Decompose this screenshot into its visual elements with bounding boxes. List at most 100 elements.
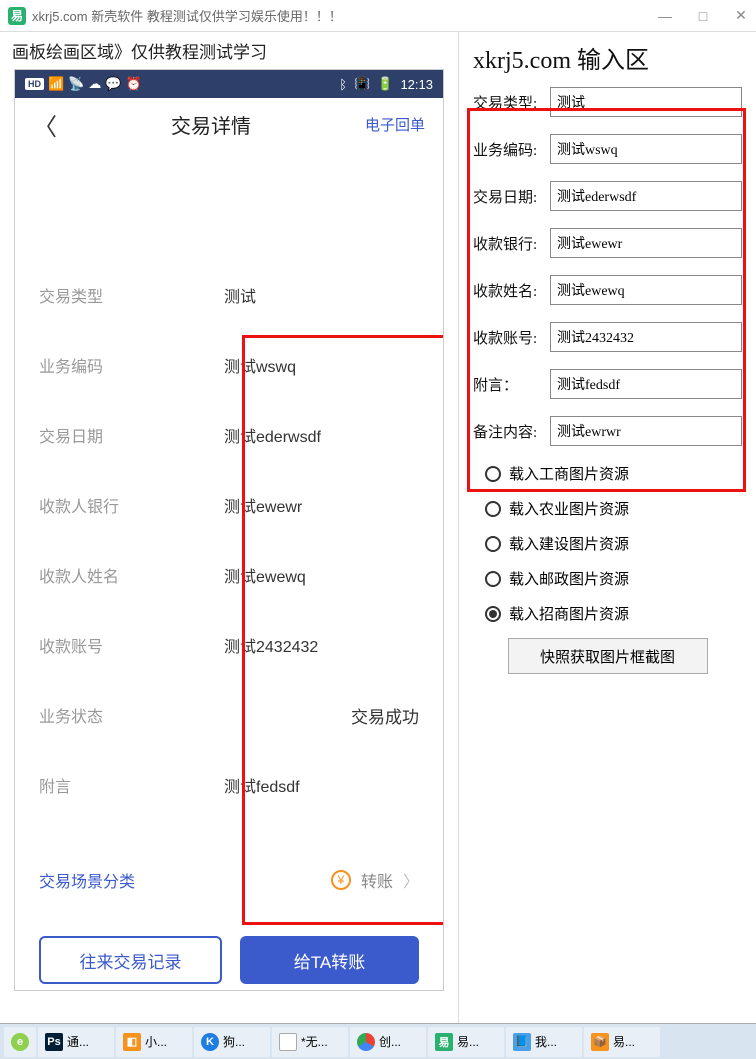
cloud-icon: ☁ [88,76,101,92]
scene-right: ¥ 转账 〉 [331,868,419,892]
value-acct: 测试2432432 [224,633,419,657]
close-button[interactable]: ✕ [734,9,748,23]
field-name: 收款姓名: [473,275,742,305]
window-buttons: — □ ✕ [658,9,748,23]
field-note: 备注内容: [473,416,742,446]
app-icon: ◧ [123,1033,141,1051]
label-field-bank: 收款银行: [473,233,550,254]
chrome-icon [357,1033,375,1051]
value-bank: 测试ewewr [224,493,419,517]
k-icon: K [201,1033,219,1051]
label-scene: 交易场景分类 [39,868,135,892]
main-content: 画板绘画区域》仅供教程测试学习 HD 📶 📡 ☁ 💬 ⏰ ᛒ 📳 🔋 12:13 [0,32,756,1023]
radio-icbc[interactable]: 载入工商图片资源 [485,463,742,484]
input-name[interactable] [550,275,742,305]
radio-ccb[interactable]: 载入建设图片资源 [485,533,742,554]
preview-header: 画板绘画区域》仅供教程测试学习 [12,38,446,63]
status-time: 12:13 [400,77,433,92]
row-scene[interactable]: 交易场景分类 ¥ 转账 〉 [15,850,443,910]
row-name: 收款人姓名 测试ewewq [15,540,443,610]
photoshop-icon: Ps [45,1033,63,1051]
hd-badge: HD [25,78,44,90]
receipt-link[interactable]: 电子回单 [365,114,425,135]
field-bank: 收款银行: [473,228,742,258]
row-memo: 附言 测试fedsdf [15,750,443,820]
label-name: 收款人姓名 [39,563,224,587]
task-label: 小... [145,1033,167,1050]
task-book[interactable]: 📘我... [506,1027,582,1057]
bluetooth-icon: ᛒ [339,77,347,92]
task-yi[interactable]: 易易... [428,1027,504,1057]
row-date: 交易日期 测试ederwsdf [15,400,443,470]
label-field-date: 交易日期: [473,186,550,207]
label-bank: 收款人银行 [39,493,224,517]
input-date[interactable] [550,181,742,211]
task-small[interactable]: ◧小... [116,1027,192,1057]
minimize-button[interactable]: — [658,9,672,23]
preview-panel: 画板绘画区域》仅供教程测试学习 HD 📶 📡 ☁ 💬 ⏰ ᛒ 📳 🔋 12:13 [0,32,459,1023]
transfer-button[interactable]: 给TA转账 [240,936,419,984]
input-bank[interactable] [550,228,742,258]
back-icon[interactable]: 〈 [33,107,57,142]
book-icon: 📘 [513,1033,531,1051]
label-memo: 附言 [39,773,224,797]
yi-icon: 易 [435,1033,453,1051]
radio-abc[interactable]: 载入农业图片资源 [485,498,742,519]
radio-icon [485,536,501,552]
task-start[interactable]: e [4,1027,36,1057]
label-type: 交易类型 [39,283,224,307]
input-type[interactable] [550,87,742,117]
task-chrome[interactable]: 创... [350,1027,426,1057]
chevron-right-icon: 〉 [403,868,419,892]
field-acct: 收款账号: [473,322,742,352]
signal-icon: 📶 [48,76,64,92]
row-status: 业务状态 交易成功 [15,680,443,750]
value-type: 测试 [224,283,419,307]
input-memo[interactable] [550,369,742,399]
label-field-acct: 收款账号: [473,327,550,348]
label-field-note: 备注内容: [473,421,550,442]
maximize-button[interactable]: □ [696,9,710,23]
wifi-icon: 📡 [68,76,84,92]
wechat-icon: 💬 [105,76,121,92]
vibrate-icon: 📳 [354,76,370,92]
history-button[interactable]: 往来交易记录 [39,936,222,984]
input-note[interactable] [550,416,742,446]
snapshot-button[interactable]: 快照获取图片框截图 [508,638,708,674]
phone-body: 交易类型 测试 业务编码 测试wswq 交易日期 测试ederwsdf 收款人银… [15,150,443,991]
task-or[interactable]: 📦易... [584,1027,660,1057]
task-label: 创... [379,1033,401,1050]
field-code: 业务编码: [473,134,742,164]
phone-action-buttons: 往来交易记录 给TA转账 [15,910,443,991]
value-status: 交易成功 [351,703,419,728]
task-note[interactable]: *无... [272,1027,348,1057]
label-code: 业务编码 [39,353,224,377]
radio-group: 载入工商图片资源 载入农业图片资源 载入建设图片资源 载入邮政图片资源 载入招商… [473,463,742,624]
window-title: xkrj5.com 新壳软件 教程测试仅供学习娱乐使用！！！ [32,6,658,25]
box-icon: 📦 [591,1033,609,1051]
radio-icon-checked [485,606,501,622]
radio-label-post: 载入邮政图片资源 [509,568,629,589]
task-label: 易... [457,1033,479,1050]
input-acct[interactable] [550,322,742,352]
ie-icon: e [11,1033,29,1051]
task-label: 通... [67,1033,89,1050]
radio-icon [485,501,501,517]
label-status: 业务状态 [39,703,224,727]
value-date: 测试ederwsdf [224,423,419,447]
task-k[interactable]: K狗... [194,1027,270,1057]
phone-status-bar: HD 📶 📡 ☁ 💬 ⏰ ᛒ 📳 🔋 12:13 [15,70,443,98]
task-ps[interactable]: Ps通... [38,1027,114,1057]
radio-post[interactable]: 载入邮政图片资源 [485,568,742,589]
value-name: 测试ewewq [224,563,419,587]
input-code[interactable] [550,134,742,164]
radio-cmb[interactable]: 载入招商图片资源 [485,603,742,624]
radio-label-cmb: 载入招商图片资源 [509,603,629,624]
task-label: *无... [301,1033,328,1050]
row-type: 交易类型 测试 [15,260,443,330]
label-field-name: 收款姓名: [473,280,550,301]
titlebar: 易 xkrj5.com 新壳软件 教程测试仅供学习娱乐使用！！！ — □ ✕ [0,0,756,32]
app-icon: 易 [8,7,26,25]
field-date: 交易日期: [473,181,742,211]
status-left: HD 📶 📡 ☁ 💬 ⏰ [25,76,142,92]
